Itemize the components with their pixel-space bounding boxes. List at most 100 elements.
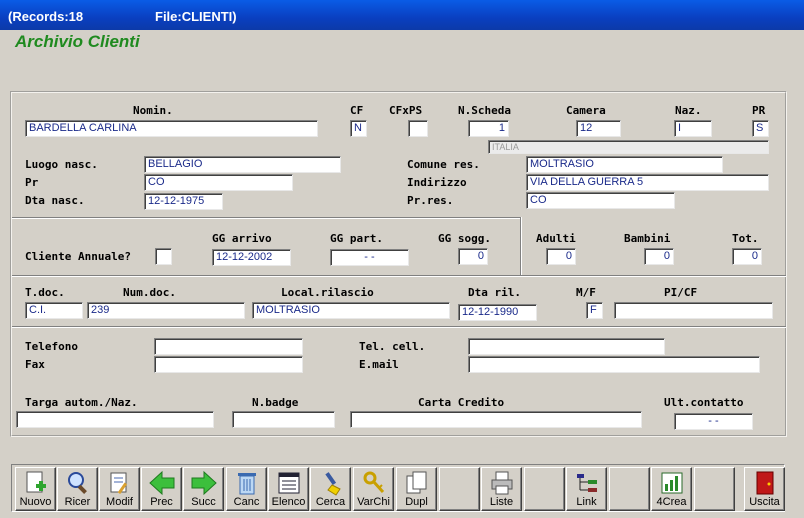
- title-bar: (Records:18 File:CLIENTI): [0, 0, 804, 30]
- toolbar-button-label: VarChi: [357, 496, 390, 508]
- bambini-field[interactable]: 0: [644, 248, 674, 265]
- toolbar-button-cerca[interactable]: Cerca: [310, 467, 351, 511]
- pr-res-label: Pr.res.: [407, 194, 454, 207]
- toolbar-button-label: 4Crea: [656, 496, 687, 508]
- page-title: Archivio Clienti: [15, 32, 140, 51]
- cf-field[interactable]: N: [350, 120, 367, 137]
- comune-res-field[interactable]: MOLTRASIO: [526, 156, 723, 173]
- toolbar-button-label: Liste: [489, 496, 514, 508]
- targa-field[interactable]: [16, 411, 214, 428]
- pr-top-field[interactable]: S: [752, 120, 769, 137]
- mf-field[interactable]: F: [586, 302, 603, 319]
- pr-field[interactable]: CO: [144, 174, 293, 191]
- toolbar-button-label: Link: [576, 496, 597, 508]
- blank-icon: [525, 468, 564, 496]
- cliente-annuale-label: Cliente Annuale?: [25, 250, 131, 263]
- printer-icon: [482, 468, 521, 496]
- telefono-field[interactable]: [154, 338, 303, 355]
- camera-field[interactable]: 12: [576, 120, 621, 137]
- gg-sogg-label: GG sogg.: [438, 232, 491, 245]
- toolbar-button-nuovo[interactable]: Nuovo: [15, 467, 56, 511]
- edit-document-icon: [100, 468, 139, 496]
- gg-arrivo-field[interactable]: 12-12-2002: [212, 249, 291, 266]
- fax-field[interactable]: [154, 356, 303, 373]
- n-badge-field[interactable]: [232, 411, 335, 428]
- toolbar-button-4crea[interactable]: 4Crea: [651, 467, 692, 511]
- cfxps-label: CFxPS: [389, 104, 423, 117]
- bambini-label: Bambini: [624, 232, 671, 245]
- t-doc-field[interactable]: C.I.: [25, 302, 83, 319]
- luogo-nasc-field[interactable]: BELLAGIO: [144, 156, 341, 173]
- n-scheda-field[interactable]: 1: [468, 120, 509, 137]
- adulti-label: Adulti: [536, 232, 576, 245]
- toolbar-button-link[interactable]: Link: [566, 467, 607, 511]
- duplicate-icon: [397, 468, 436, 496]
- cliente-annuale-field[interactable]: [155, 248, 172, 265]
- gg-part-field[interactable]: - -: [330, 249, 409, 266]
- gg-sogg-field[interactable]: 0: [458, 248, 488, 265]
- magnifier-icon: [58, 468, 97, 496]
- email-field[interactable]: [468, 356, 760, 373]
- dta-nasc-field[interactable]: 12-12-1975: [144, 193, 223, 210]
- cf-label: CF: [350, 104, 364, 117]
- toolbar-button-succ[interactable]: Succ: [183, 467, 224, 511]
- toolbar-button-label: Cerca: [315, 496, 346, 508]
- toolbar-button-liste[interactable]: Liste: [481, 467, 522, 511]
- toolbar-button-canc[interactable]: Canc: [226, 467, 267, 511]
- dta-nasc-label: Dta nasc.: [25, 194, 85, 207]
- ult-contatto-field[interactable]: - -: [674, 413, 753, 430]
- toolbar-button-label: Modif: [106, 496, 133, 508]
- toolbar-button-empty-16[interactable]: [694, 467, 735, 511]
- toolbar-button-elenco[interactable]: Elenco: [268, 467, 309, 511]
- email-label: E.mail: [359, 358, 399, 371]
- gg-part-label: GG part.: [330, 232, 383, 245]
- toolbar-button-label: Uscita: [749, 496, 780, 508]
- toolbar-button-modif[interactable]: Modif: [99, 467, 140, 511]
- toolbar-button-dupl[interactable]: Dupl: [396, 467, 437, 511]
- blank-icon: [440, 468, 479, 496]
- pr-top-label: PR: [752, 104, 766, 117]
- toolbar-button-empty-12[interactable]: [524, 467, 565, 511]
- tel-cell-field[interactable]: [468, 338, 665, 355]
- gg-arrivo-label: GG arrivo: [212, 232, 272, 245]
- toolbar-button-empty-10[interactable]: [439, 467, 480, 511]
- toolbar-button-label: Nuovo: [19, 496, 52, 508]
- toolbar-button-varchi[interactable]: VarChi: [353, 467, 394, 511]
- indirizzo-field[interactable]: VIA DELLA GUERRA 5: [526, 174, 769, 191]
- tree-icon: [567, 468, 606, 496]
- pr-res-field[interactable]: CO: [526, 192, 675, 209]
- brush-icon: [311, 468, 350, 496]
- tot-label: Tot.: [732, 232, 759, 245]
- toolbar-button-ricer[interactable]: Ricer: [57, 467, 98, 511]
- carta-credito-field[interactable]: [350, 411, 642, 428]
- pi-cf-field[interactable]: [614, 302, 773, 319]
- nominativo-field[interactable]: BARDELLA CARLINA: [25, 120, 318, 137]
- toolbar-button-empty-14[interactable]: [609, 467, 650, 511]
- indirizzo-label: Indirizzo: [407, 176, 467, 189]
- naz-field[interactable]: I: [674, 120, 712, 137]
- local-rilascio-label: Local.rilascio: [281, 286, 374, 299]
- fax-label: Fax: [25, 358, 45, 371]
- separator: [520, 217, 522, 275]
- num-doc-label: Num.doc.: [123, 286, 176, 299]
- num-doc-field[interactable]: 239: [87, 302, 245, 319]
- local-rilascio-field[interactable]: MOLTRASIO: [252, 302, 450, 319]
- trash-icon: [227, 468, 266, 496]
- mf-label: M/F: [576, 286, 596, 299]
- n-scheda-label: N.Scheda: [458, 104, 511, 117]
- arrow-right-icon: [184, 468, 223, 496]
- separator: [12, 275, 786, 277]
- arrow-left-icon: [142, 468, 181, 496]
- telefono-label: Telefono: [25, 340, 78, 353]
- adulti-field[interactable]: 0: [546, 248, 576, 265]
- carta-credito-label: Carta Credito: [418, 396, 505, 409]
- cfxps-field[interactable]: [408, 120, 428, 137]
- separator: [12, 217, 520, 219]
- tot-field[interactable]: 0: [732, 248, 762, 265]
- pi-cf-label: PI/CF: [664, 286, 698, 299]
- toolbar-button-prec[interactable]: Prec: [141, 467, 182, 511]
- n-badge-label: N.badge: [252, 396, 299, 409]
- dta-ril-field[interactable]: 12-12-1990: [458, 304, 537, 321]
- toolbar-button-uscita[interactable]: Uscita: [744, 467, 785, 511]
- naz-label: Naz.: [675, 104, 702, 117]
